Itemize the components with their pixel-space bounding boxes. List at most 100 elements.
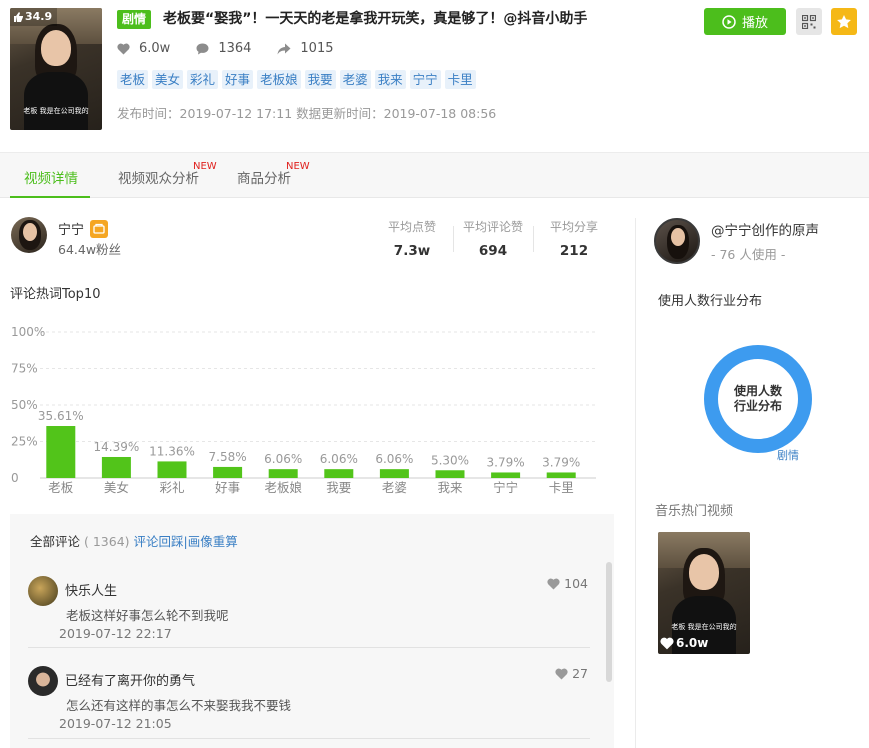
y-tick-label: 0 [11,471,19,485]
y-tick-label: 75% [11,362,38,376]
bar-value-label: 3.79% [542,455,580,469]
comment-like-count: 27 [572,666,588,681]
hot-video-thumbnail[interactable]: 老板 我是在公司我的 6.0w [658,532,750,654]
tab-bar: 视频详情 视频观众分析 NEW 商品分析 NEW [0,152,869,198]
comment-text: 怎么还有这样的事怎么不来娶我我不要钱 [66,698,292,713]
x-category-label: 好事 [215,480,240,495]
x-category-label: 我要 [326,480,351,495]
play-button[interactable]: 播放 [704,8,786,35]
music-cover[interactable] [654,218,700,264]
bar-value-label: 7.58% [209,450,247,464]
author-avatar[interactable] [11,217,47,253]
cover-face [671,228,685,246]
comment-likes[interactable]: 104 [547,576,588,591]
divider [533,226,534,252]
y-tick-label: 25% [11,435,38,449]
bar [101,456,131,478]
bar [157,461,187,478]
new-badge: NEW [286,161,310,172]
keyword-tags: 老板 美女 彩礼 好事 老板娘 我要 老婆 我来 宁宁 卡里 [117,70,480,89]
bar-value-label: 3.79% [487,455,525,469]
keyword-tag[interactable]: 宁宁 [409,70,441,89]
video-title: 老板要“娶我”！一天天的老是拿我开玩笑，真是够了！@抖音小助手 [163,11,588,27]
bar [324,469,354,478]
music-usage: - 76 人使用 - [711,247,786,262]
author-name-row: 宁宁 [58,219,109,238]
favorite-button[interactable] [831,8,857,35]
x-category-label: 彩礼 [159,480,184,495]
heart-icon [555,668,568,679]
comment-like-count: 104 [564,576,588,591]
commenter-avatar[interactable] [28,576,58,606]
author-name[interactable]: 宁宁 [58,219,84,238]
bar [379,469,409,478]
comment-divider [28,647,590,648]
heart-icon [117,43,130,54]
keyword-tag[interactable]: 卡里 [444,70,476,89]
keyword-tag[interactable]: 好事 [222,70,254,89]
commenter-name[interactable]: 快乐人生 [65,580,117,599]
video-stats: 6.0w 1364 1015 [117,41,360,56]
hot-video-like-count: 6.0w [676,636,709,650]
comments-scrollbar[interactable] [606,562,612,682]
bar [435,470,465,478]
industry-donut-chart[interactable]: 使用人数 行业分布 [704,345,812,453]
y-tick-label: 50% [11,398,38,412]
thumbnail-figure-face [689,554,719,590]
genre-tag[interactable]: 剧情 [117,10,152,29]
publish-times: 发布时间：2019-07-12 17:11 数据更新时间：2019-07-18 … [117,106,497,121]
bar-value-label: 6.06% [264,452,302,466]
avg-value: 212 [559,243,589,259]
x-category-label: 老婆 [382,480,407,495]
comment-recrawl-link[interactable]: 评论回踩|画像重算 [134,534,238,549]
verified-badge-icon [90,219,109,238]
thumbnail-caption: 老板 我是在公司我的 [671,623,737,631]
donut-label-line2: 行业分布 [733,399,782,413]
avg-likes: 平均点赞 7.3w [386,218,438,259]
tab-product-analysis[interactable]: 商品分析 [237,167,291,187]
tab-audience-analysis[interactable]: 视频观众分析 [118,167,199,187]
comment-stat: 1364 [196,41,251,56]
like-count: 6.0w [139,41,171,56]
thumb-up-icon [14,12,23,22]
keyword-tag[interactable]: 老婆 [339,70,371,89]
keyword-tag[interactable]: 老板娘 [257,70,301,89]
comments-panel: 全部评论 ( 1364) 评论回踩|画像重算 快乐人生 104 老板这样好事怎么… [10,514,614,748]
comment-text: 老板这样好事怎么轮不到我呢 [66,608,229,623]
keyword-tag[interactable]: 彩礼 [187,70,219,89]
qrcode-button[interactable] [796,8,822,35]
bar-value-label: 14.39% [94,440,140,454]
x-category-label: 老板 [48,480,74,495]
commenter-avatar[interactable] [28,666,58,696]
y-tick-label: 100% [11,325,45,339]
video-thumbnail[interactable]: 老板 我是在公司我的 34.9 [10,8,102,130]
qrcode-icon [802,14,816,29]
score-badge: 34.9 [10,8,58,26]
keyword-tag[interactable]: 我来 [374,70,406,89]
comment-likes[interactable]: 27 [555,666,588,681]
keyword-tag[interactable]: 我要 [304,70,336,89]
avg-value: 694 [478,243,508,259]
score-value: 34.9 [25,10,53,23]
keyword-tag[interactable]: 老板 [117,70,149,89]
keyword-tag[interactable]: 美女 [152,70,184,89]
commenter-name[interactable]: 已经有了离开你的勇气 [65,670,195,689]
music-title[interactable]: @宁宁创作的原声 [711,219,819,239]
share-icon [277,43,291,54]
comment-time: 2019-07-12 22:17 [59,626,172,641]
author-fans: 64.4w粉丝 [58,242,122,257]
comment-time: 2019-07-12 21:05 [59,716,172,731]
avg-value: 7.3w [393,243,431,259]
bar-value-label: 5.30% [431,453,469,467]
share-stat: 1015 [277,41,334,56]
comment-keyword-bar-chart: 0 25% 50% 75% 100% 35.61% 老板 14.39% 美女 11.36% 彩礼 7.… [11,325,596,495]
bar-value-label: 35.61% [38,409,84,423]
play-icon [722,14,736,29]
comments-count: ( 1364) [84,534,130,549]
divider [453,226,454,252]
tab-video-details[interactable]: 视频详情 [24,167,78,187]
thumbnail-figure-body [24,72,88,130]
avg-comment-likes: 平均评论赞 694 [462,218,524,259]
column-divider [635,218,636,748]
heart-icon [547,578,560,589]
